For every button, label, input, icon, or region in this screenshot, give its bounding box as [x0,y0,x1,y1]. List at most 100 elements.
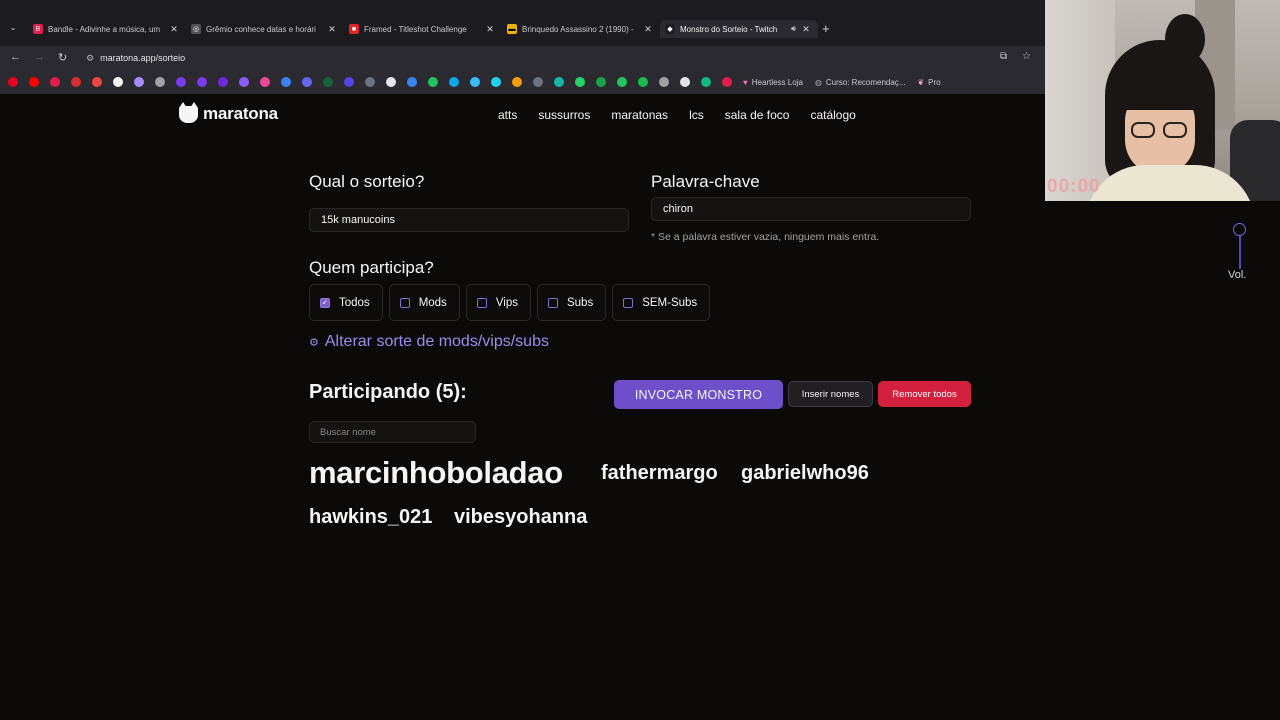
new-tab-plus-icon[interactable]: + [822,21,830,36]
install-app-icon[interactable]: ⧉ [1000,51,1007,62]
insert-names-button[interactable]: Inserir nomes [788,381,873,407]
bookmark-favicon-icon[interactable] [722,77,732,87]
option-subs[interactable]: Subs [536,284,607,321]
alter-luck-link[interactable]: ⚙ Alterar sorte de mods/vips/subs [309,333,549,351]
bookmark-favicon-icon[interactable] [134,77,144,87]
raffle-label: Qual o sorteio? [309,172,425,191]
site-logo[interactable]: maratona [179,101,278,124]
participant-name: marcinhoboladao [309,455,563,490]
bookmark-pro[interactable]: ❦ Pro [917,78,940,87]
menu-maratonas[interactable]: maratonas [611,108,668,122]
bookmark-favicon-icon[interactable] [533,77,543,87]
site-info-icon[interactable]: ⚙ [86,53,94,64]
volume-slider-knob[interactable] [1233,223,1246,236]
bookmark-favicon-icon[interactable] [344,77,354,87]
bookmark-favicon-icon[interactable] [680,77,690,87]
gear-icon: ⚙ [309,336,319,349]
address-url[interactable]: maratona.app/sorteio [100,53,185,63]
audio-playing-icon[interactable]: 🔊︎ [791,24,796,34]
menu-lcs[interactable]: lcs [689,108,704,122]
bookmark-favicon-icon[interactable] [407,77,417,87]
main-menu: atts sussurros maratonas lcs sala de foc… [498,108,877,122]
bookmark-favicon-icon[interactable] [596,77,606,87]
reload-icon[interactable]: ↻ [58,51,67,64]
bookmark-favicon-icon[interactable] [638,77,648,87]
bookmark-favicon-icon[interactable] [8,77,18,87]
menu-catalogo[interactable]: catálogo [810,108,855,122]
bookmark-favicon-icon[interactable] [50,77,60,87]
close-tab-icon[interactable]: ✕ [326,24,338,35]
bookmark-favicon-icon[interactable] [659,77,669,87]
checkbox-icon[interactable] [399,297,410,308]
bookmark-favicon-icon[interactable] [554,77,564,87]
checkbox-checked-icon[interactable]: ✓ [320,297,330,308]
tab-search-icon[interactable]: ⌄ [6,23,20,37]
bookmark-favicon-icon[interactable] [575,77,585,87]
bookmark-favicon-icon[interactable] [365,77,375,87]
participant-name: vibesyohanna [454,506,588,528]
bookmark-favicon-icon[interactable] [449,77,459,87]
option-label: Todos [339,296,370,309]
bookmark-favicon-icon[interactable] [470,77,480,87]
tab-brinquedo[interactable]: ▬ Brinquedo Assassino 2 (1990) - ✕ [502,20,660,38]
close-tab-icon[interactable]: ✕ [168,24,180,35]
close-tab-icon[interactable]: ✕ [484,24,496,35]
keyword-hint: * Se a palavra estiver vazia, ninguem ma… [651,231,880,243]
remove-all-button[interactable]: Remover todos [878,381,971,407]
option-label: SEM-Subs [642,296,698,309]
keyword-input[interactable]: chiron [651,197,971,221]
bookmark-favicon-icon[interactable] [617,77,627,87]
keyword-label: Palavra-chave [651,172,760,191]
bookmark-star-icon[interactable]: ☆ [1022,51,1031,62]
bookmark-favicon-icon[interactable] [386,77,396,87]
menu-sussurros[interactable]: sussurros [538,108,590,122]
option-sem-subs[interactable]: SEM-Subs [612,284,711,321]
menu-sala-de-foco[interactable]: sala de foco [725,108,790,122]
tab-list: B Bandle - Adivinhe a música, um ✕ ◎ Grê… [28,20,818,38]
search-name-input[interactable] [309,421,476,443]
cat-logo-icon [179,101,198,123]
tab-title: Bandle - Adivinhe a música, um [48,24,161,34]
bookmark-favicon-icon[interactable] [491,77,501,87]
bookmark-favicon-icon[interactable] [512,77,522,87]
twitch-favicon-icon: ◆ [665,24,675,34]
bookmark-favicon-icon[interactable] [176,77,186,87]
bookmark-favicon-icon[interactable] [239,77,249,87]
bookmark-favicon-icon[interactable] [323,77,333,87]
bookmark-favicon-icon[interactable] [197,77,207,87]
bookmark-favicon-icon[interactable] [113,77,123,87]
close-tab-icon[interactable]: ✕ [800,24,812,35]
close-tab-icon[interactable]: ✕ [642,24,654,35]
option-mods[interactable]: Mods [388,284,460,321]
option-todos[interactable]: ✓ Todos [309,284,383,321]
tab-gremio[interactable]: ◎ Grêmio conhece datas e horári ✕ [186,20,344,38]
bookmark-favicon-icon[interactable] [218,77,228,87]
bookmark-favicon-icon[interactable] [281,77,291,87]
bookmark-favicon-icon[interactable] [260,77,270,87]
bookmark-favicon-icon[interactable] [29,77,39,87]
option-vips[interactable]: Vips [465,284,531,321]
checkbox-icon[interactable] [476,297,487,308]
tab-monstro-sorteio[interactable]: ◆ Monstro do Sorteio - Twitch 🔊︎ ✕ [660,20,818,38]
invoke-monster-button[interactable]: INVOCAR MONSTRO [614,380,783,409]
forward-arrow-icon[interactable]: → [34,51,45,63]
checkbox-icon[interactable] [623,297,634,308]
bookmark-favicon-icon[interactable] [428,77,438,87]
raffle-input[interactable]: 15k manucoins [309,208,629,232]
menu-atts[interactable]: atts [498,108,517,122]
back-arrow-icon[interactable]: ← [10,51,21,63]
checkbox-icon[interactable] [547,297,558,308]
address-bar[interactable]: ⚙ maratona.app/sorteio [80,49,1040,67]
bookmark-favicon-icon[interactable] [155,77,165,87]
participant-name: hawkins_021 [309,506,433,528]
tab-title: Framed - Titleshot Challenge [364,24,467,34]
bookmark-curso[interactable]: ◍ Curso: Recomendaç... [815,78,906,87]
tab-bandle[interactable]: B Bandle - Adivinhe a música, um ✕ [28,20,186,38]
bookmark-favicon-icon[interactable] [71,77,81,87]
bookmark-heartless-loja[interactable]: ♥ Heartless Loja [743,78,803,87]
bookmark-favicon-icon[interactable] [701,77,711,87]
tab-framed[interactable]: ■ Framed - Titleshot Challenge ✕ [344,20,502,38]
bookmark-label: Heartless Loja [751,77,803,87]
bookmark-favicon-icon[interactable] [92,77,102,87]
bookmark-favicon-icon[interactable] [302,77,312,87]
